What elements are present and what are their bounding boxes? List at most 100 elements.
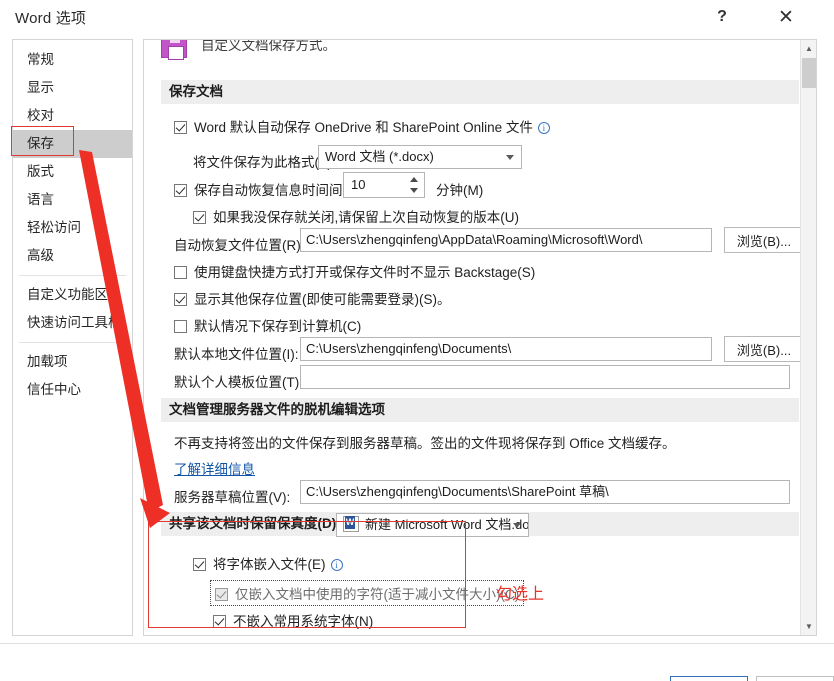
stepper-up-icon[interactable] xyxy=(410,177,418,182)
browse-autorecover-button[interactable]: 浏览(B)... xyxy=(724,227,804,253)
sidebar-item-trust-center[interactable]: 信任中心 xyxy=(13,376,132,404)
intro-row: 自定义文档保存方式。 xyxy=(161,39,781,62)
sidebar-item-customize-ribbon[interactable]: 自定义功能区 xyxy=(13,281,132,309)
sidebar-item-label: 常规 xyxy=(27,52,54,67)
save-format-combobox[interactable]: Word 文档 (*.docx) xyxy=(318,145,522,169)
embed-fonts-checkbox[interactable] xyxy=(193,558,206,571)
autosave-onedrive-row[interactable]: Word 默认自动保存 OneDrive 和 SharePoint Online… xyxy=(174,116,550,136)
sidebar-item-accessibility[interactable]: 轻松访问 xyxy=(13,214,132,242)
close-icon[interactable]: ✕ xyxy=(764,0,808,34)
template-location-input[interactable] xyxy=(300,365,790,389)
keep-last-autorecover-row[interactable]: 如果我没保存就关闭,请保留上次自动恢复的版本(U) xyxy=(193,206,519,226)
scroll-up-arrow-icon[interactable]: ▲ xyxy=(801,40,816,57)
sidebar-item-quick-access-toolbar[interactable]: 快速访问工具栏 xyxy=(13,309,132,337)
no-embed-common-fonts-checkbox[interactable] xyxy=(213,615,226,628)
sidebar-item-addins[interactable]: 加载项 xyxy=(13,348,132,376)
browse-autorecover-label: 浏览(B)... xyxy=(736,233,792,249)
fidelity-document-value: 新建 Microsoft Word 文档.docx xyxy=(365,517,529,532)
intro-text: 自定义文档保存方式。 xyxy=(201,39,336,53)
no-embed-common-fonts-row[interactable]: 不嵌入常用系统字体(N) xyxy=(213,610,373,630)
save-to-computer-checkbox[interactable] xyxy=(174,320,187,333)
sidebar-divider xyxy=(19,342,126,343)
local-location-value: C:\Users\zhengqinfeng\Documents\ xyxy=(306,341,512,356)
sidebar-item-layout[interactable]: 版式 xyxy=(13,158,132,186)
info-icon[interactable]: i xyxy=(537,122,550,134)
browse-local-button[interactable]: 浏览(B)... xyxy=(724,336,804,362)
embed-fonts-row[interactable]: 将字体嵌入文件(E) i xyxy=(193,553,343,573)
chevron-down-icon xyxy=(513,523,521,528)
embed-used-chars-checkbox xyxy=(215,588,228,601)
minutes-label: 分钟(M) xyxy=(436,183,484,198)
autosave-onedrive-label: Word 默认自动保存 OneDrive 和 SharePoint Online… xyxy=(194,120,533,135)
vertical-scrollbar[interactable]: ▲ ▼ xyxy=(800,40,816,635)
no-embed-common-fonts-label: 不嵌入常用系统字体(N) xyxy=(233,614,374,629)
chevron-down-icon xyxy=(506,155,514,160)
sidebar-item-label: 快速访问工具栏 xyxy=(27,315,122,330)
sidebar-item-label: 加载项 xyxy=(27,354,68,369)
autorecover-checkbox[interactable] xyxy=(174,184,187,197)
section-header-save-documents: 保存文档 xyxy=(161,80,799,104)
no-backstage-label: 使用键盘快捷方式打开或保存文件时不显示 Backstage(S) xyxy=(194,265,536,280)
word-options-dialog: Word 选项 ? ✕ 常规 显示 校对 保存 版式 语言 轻松访问 高级 自定… xyxy=(0,0,834,681)
word-document-icon xyxy=(343,516,359,532)
keep-last-autorecover-label: 如果我没保存就关闭,请保留上次自动恢复的版本(U) xyxy=(213,210,519,225)
local-location-input[interactable]: C:\Users\zhengqinfeng\Documents\ xyxy=(300,337,712,361)
show-other-locations-row[interactable]: 显示其他保存位置(即使可能需要登录)(S)。 xyxy=(174,288,451,308)
sidebar-item-label: 校对 xyxy=(27,108,54,123)
help-icon[interactable]: ? xyxy=(700,0,744,34)
browse-local-label: 浏览(B)... xyxy=(736,342,792,358)
sidebar-item-label: 版式 xyxy=(27,164,54,179)
sidebar-item-label: 保存 xyxy=(27,136,54,151)
save-format-value: Word 文档 (*.docx) xyxy=(325,149,434,164)
embed-used-chars-row[interactable]: 仅嵌入文档中使用的字符(适于减小文件大小)(C) xyxy=(210,580,525,606)
info-icon[interactable]: i xyxy=(330,559,343,571)
save-to-computer-label: 默认情况下保存到计算机(C) xyxy=(194,319,362,334)
learn-more-link[interactable]: 了解详细信息 xyxy=(174,458,255,478)
ok-button[interactable]: 确定 xyxy=(670,676,748,681)
keep-last-autorecover-checkbox[interactable] xyxy=(193,211,206,224)
sidebar-item-save[interactable]: 保存 xyxy=(13,130,132,158)
sidebar-item-label: 自定义功能区 xyxy=(27,287,108,302)
stepper-down-icon[interactable] xyxy=(410,188,418,193)
cancel-button[interactable]: 取消 xyxy=(756,676,834,681)
autorecover-location-input[interactable]: C:\Users\zhengqinfeng\AppData\Roaming\Mi… xyxy=(300,228,712,252)
scroll-down-arrow-icon[interactable]: ▼ xyxy=(801,618,816,635)
autosave-onedrive-checkbox[interactable] xyxy=(174,121,187,134)
template-location-label: 默认个人模板位置(T): xyxy=(174,375,303,390)
no-backstage-row[interactable]: 使用键盘快捷方式打开或保存文件时不显示 Backstage(S) xyxy=(174,261,535,281)
section-header-offline-editing: 文档管理服务器文件的脱机编辑选项 xyxy=(161,398,799,422)
no-backstage-checkbox[interactable] xyxy=(174,266,187,279)
local-location-label: 默认本地文件位置(I): xyxy=(174,347,299,362)
autorecover-minutes-value: 10 xyxy=(351,177,366,192)
callout-text-annotation: 勾选上 xyxy=(496,584,545,603)
title-bar: Word 选项 ? ✕ xyxy=(0,0,834,36)
sidebar-item-general[interactable]: 常规 xyxy=(13,46,132,74)
save-to-computer-row[interactable]: 默认情况下保存到计算机(C) xyxy=(174,315,361,335)
sidebar-divider xyxy=(19,275,126,276)
server-draft-location-input[interactable]: C:\Users\zhengqinfeng\Documents\SharePoi… xyxy=(300,480,790,504)
sidebar-item-label: 显示 xyxy=(27,80,54,95)
autorecover-minutes-stepper[interactable]: 10 xyxy=(343,172,425,198)
embed-used-chars-label: 仅嵌入文档中使用的字符(适于减小文件大小)(C) xyxy=(235,587,520,602)
embed-fonts-label: 将字体嵌入文件(E) xyxy=(213,557,326,572)
scrollbar-thumb[interactable] xyxy=(802,58,816,88)
sidebar-item-language[interactable]: 语言 xyxy=(13,186,132,214)
options-content-pane: 自定义文档保存方式。 保存文档 Word 默认自动保存 OneDrive 和 S… xyxy=(143,39,817,636)
show-other-locations-label: 显示其他保存位置(即使可能需要登录)(S)。 xyxy=(194,292,451,307)
sidebar-item-proofing[interactable]: 校对 xyxy=(13,102,132,130)
sidebar-item-advanced[interactable]: 高级 xyxy=(13,242,132,270)
page-title: Word 选项 xyxy=(15,10,87,27)
options-sidebar: 常规 显示 校对 保存 版式 语言 轻松访问 高级 自定义功能区 快速访问工具栏… xyxy=(12,39,133,636)
save-floppy-icon xyxy=(161,40,187,60)
server-draft-location-label: 服务器草稿位置(V): xyxy=(174,490,291,505)
server-draft-location-value: C:\Users\zhengqinfeng\Documents\SharePoi… xyxy=(306,484,609,499)
fidelity-document-combobox[interactable]: 新建 Microsoft Word 文档.docx xyxy=(336,513,529,537)
autorecover-location-label: 自动恢复文件位置(R): xyxy=(174,238,305,253)
show-other-locations-checkbox[interactable] xyxy=(174,293,187,306)
sidebar-item-label: 轻松访问 xyxy=(27,220,81,235)
sidebar-item-display[interactable]: 显示 xyxy=(13,74,132,102)
sidebar-item-label: 语言 xyxy=(27,192,54,207)
sidebar-item-label: 高级 xyxy=(27,248,54,263)
dialog-body: 常规 显示 校对 保存 版式 语言 轻松访问 高级 自定义功能区 快速访问工具栏… xyxy=(0,36,834,681)
autorecover-location-value: C:\Users\zhengqinfeng\AppData\Roaming\Mi… xyxy=(306,232,643,247)
